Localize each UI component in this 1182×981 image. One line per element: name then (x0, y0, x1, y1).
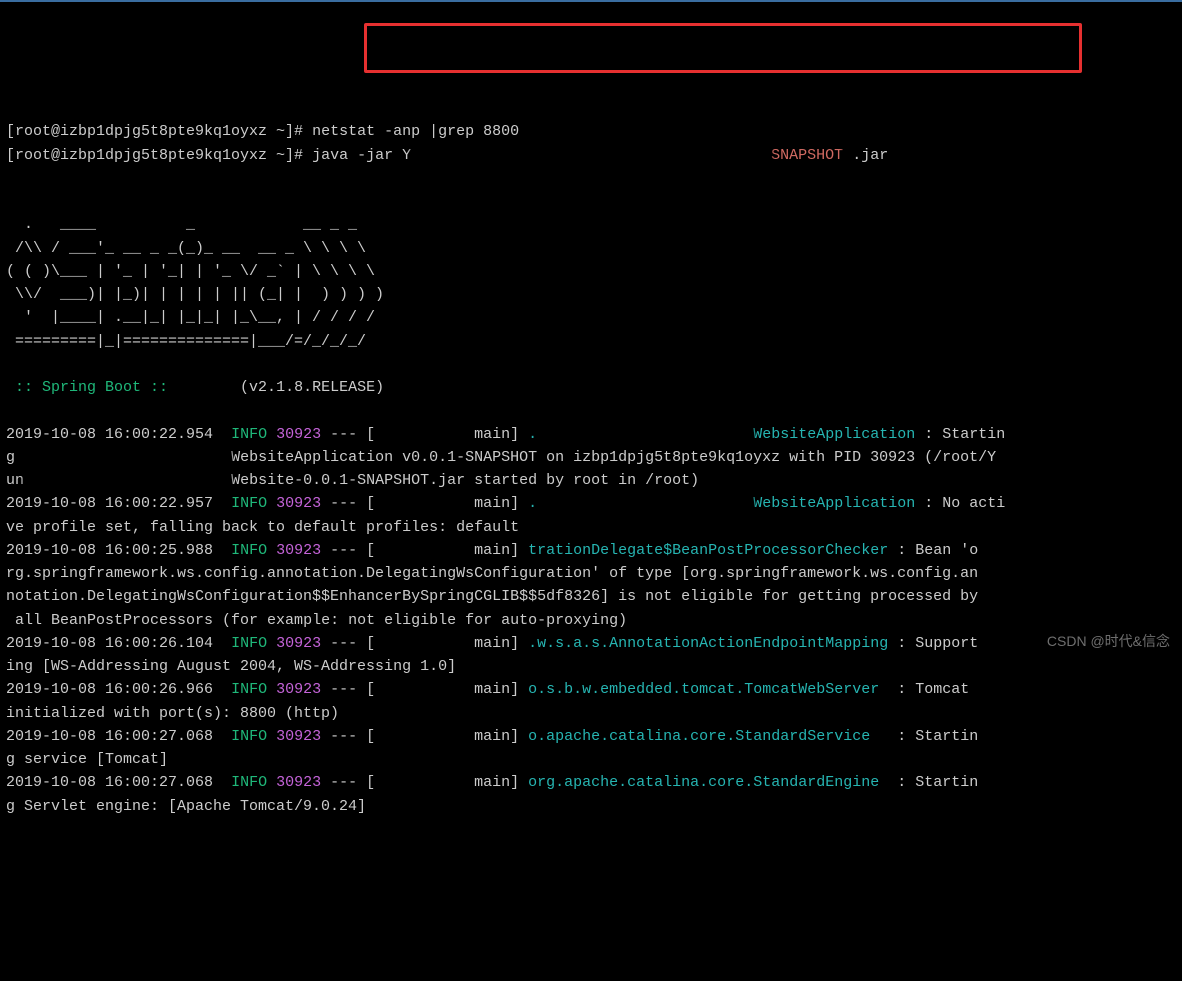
log-line: all BeanPostProcessors (for example: not… (6, 612, 627, 629)
log-line: 2019-10-08 16:00:26.966 INFO 30923 --- [… (6, 681, 978, 698)
log-line: ing [WS-Addressing August 2004, WS-Addre… (6, 658, 456, 675)
log-line: notation.DelegatingWsConfiguration$$Enha… (6, 588, 978, 605)
log-line: g service [Tomcat] (6, 751, 168, 768)
spring-ascii-art: . ____ _ __ _ _ /\\ / ___'_ __ _ _(_)_ _… (6, 213, 1176, 353)
watermark: CSDN @时代&信念 (1047, 631, 1170, 653)
log-line: 2019-10-08 16:00:25.988 INFO 30923 --- [… (6, 542, 978, 559)
log-line: 2019-10-08 16:00:26.104 INFO 30923 --- [… (6, 635, 978, 652)
log-line: g xxxxxxxxxxxxxxxxxxxxxxxWebsiteApplicat… (6, 449, 996, 466)
log-line: ve profile set, falling back to default … (6, 519, 519, 536)
log-line: g Servlet engine: [Apache Tomcat/9.0.24] (6, 798, 366, 815)
log-line: initialized with port(s): 8800 (http) (6, 705, 339, 722)
highlight-box (364, 23, 1082, 73)
log-line: 2019-10-08 16:00:27.068 INFO 30923 --- [… (6, 728, 978, 745)
log-line: unxxxxxxxxxxxxxxxxxxxxxxxWebsite-0.0.1-S… (6, 472, 699, 489)
prompt-line-1: [root@izbp1dpjg5t8pte9kq1oyxz ~]# netsta… (6, 123, 519, 140)
log-line: 2019-10-08 16:00:22.954 INFO 30923 --- [… (6, 426, 1005, 443)
prompt-line-2: [root@izbp1dpjg5t8pte9kq1oyxz ~]# java -… (6, 147, 888, 164)
log-line: 2019-10-08 16:00:22.957 INFO 30923 --- [… (6, 495, 1005, 512)
terminal-output: [root@izbp1dpjg5t8pte9kq1oyxz ~]# netsta… (6, 97, 1176, 818)
spring-boot-banner: :: Spring Boot :: (v2.1.8.RELEASE) (6, 379, 384, 396)
log-line: rg.springframework.ws.config.annotation.… (6, 565, 978, 582)
log-line: 2019-10-08 16:00:27.068 INFO 30923 --- [… (6, 774, 978, 791)
